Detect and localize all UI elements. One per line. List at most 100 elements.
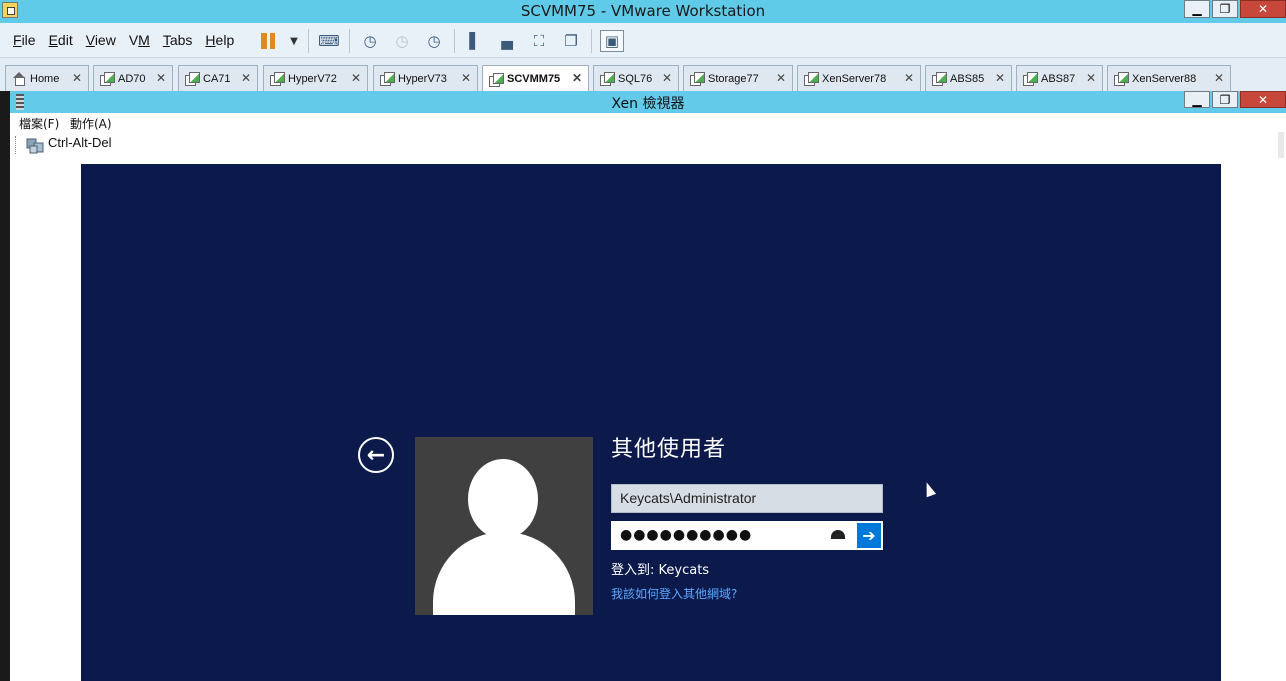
toolbar-separator	[454, 29, 455, 53]
menu-tabs-rest: abs	[169, 32, 193, 48]
menu-help[interactable]: Help	[200, 32, 239, 48]
full-screen-icon[interactable]: ⛶	[527, 30, 551, 52]
xen-restore-button[interactable]: ❐	[1212, 91, 1238, 108]
tab-label: XenServer78	[822, 72, 887, 85]
menu-edit[interactable]: Edit	[44, 32, 78, 48]
menu-vm-v: V	[128, 32, 139, 48]
close-tab-icon[interactable]: ✕	[1214, 71, 1224, 85]
show-thumbnail-icon[interactable]: ▄	[495, 30, 519, 52]
xen-window-controls: ▁ ❐ ✕	[1184, 91, 1286, 111]
tab-home[interactable]: Home ✕	[5, 65, 89, 91]
tab-label: HyperV73	[398, 72, 447, 85]
xen-minimize-button[interactable]: ▁	[1184, 91, 1210, 108]
tab-label: CA71	[203, 72, 231, 85]
tab-hyperv73[interactable]: HyperV73 ✕	[373, 65, 478, 91]
tab-label: SCVMM75	[507, 73, 561, 85]
console-view-icon[interactable]: ▣	[600, 30, 624, 52]
tab-ad70[interactable]: AD70 ✕	[93, 65, 173, 91]
minimize-button[interactable]: ▁	[1184, 0, 1210, 18]
close-tab-icon[interactable]: ✕	[461, 71, 471, 85]
submit-arrow-button[interactable]: ➔	[855, 521, 883, 550]
tab-xenserver78[interactable]: XenServer78 ✕	[797, 65, 921, 91]
vm-icon	[1023, 72, 1038, 86]
vmware-toolbar: ▼ ⌨ ◷ ◷ ◷ ▌ ▄ ⛶ ❐ ▣	[256, 28, 624, 54]
tab-label: SQL76	[618, 72, 653, 85]
menu-tabs[interactable]: Tabs	[158, 32, 198, 48]
main-menu: File Edit View VM Tabs Help	[8, 32, 242, 48]
menu-vm[interactable]: VM	[124, 32, 155, 48]
vm-icon	[100, 72, 115, 86]
xen-titlebar: Xen 檢視器 ▁ ❐ ✕	[10, 91, 1286, 113]
avatar-body	[433, 532, 575, 615]
close-tab-icon[interactable]: ✕	[995, 71, 1005, 85]
reveal-password-icon[interactable]	[831, 530, 845, 539]
toolbar-grip[interactable]	[15, 136, 18, 154]
tab-abs87[interactable]: ABS87 ✕	[1016, 65, 1103, 91]
vm-icon	[932, 72, 947, 86]
unity-icon[interactable]: ❐	[559, 30, 583, 52]
tab-label: HyperV72	[288, 72, 337, 85]
menu-file[interactable]: File	[8, 32, 41, 48]
menu-view[interactable]: View	[81, 32, 121, 48]
tab-scvmm75[interactable]: SCVMM75 ✕	[482, 65, 589, 92]
tab-label: XenServer88	[1132, 72, 1197, 85]
snapshot-manager-icon[interactable]: ◷	[422, 30, 446, 52]
show-library-icon[interactable]: ▌	[463, 30, 487, 52]
vm-icon	[270, 72, 285, 86]
ctrl-alt-del-icon	[26, 138, 44, 154]
ctrl-alt-del-button[interactable]: Ctrl-Alt-Del	[48, 135, 112, 150]
tab-sql76[interactable]: SQL76 ✕	[593, 65, 679, 91]
close-tab-icon[interactable]: ✕	[156, 71, 166, 85]
back-arrow-icon[interactable]: ←	[358, 437, 394, 473]
snapshot-revert-icon[interactable]: ◷	[390, 30, 414, 52]
login-user-title: 其他使用者	[611, 437, 727, 462]
close-tab-icon[interactable]: ✕	[904, 71, 914, 85]
xen-close-button[interactable]: ✕	[1240, 91, 1286, 108]
toolbar-separator	[349, 29, 350, 53]
close-tab-icon[interactable]: ✕	[351, 71, 361, 85]
password-input[interactable]: ●●●●●●●●●●	[611, 521, 855, 550]
tab-label: Home	[30, 72, 60, 85]
dropdown-arrow-icon[interactable]: ▼	[288, 30, 300, 52]
close-tab-icon[interactable]: ✕	[776, 71, 786, 85]
tab-xenserver88[interactable]: XenServer88 ✕	[1107, 65, 1231, 91]
close-button[interactable]: ✕	[1240, 0, 1286, 18]
sign-in-domain: 登入到: Keycats	[611, 563, 710, 578]
vm-icon	[489, 72, 504, 87]
xen-menu-file[interactable]: 檔案(F)	[19, 115, 59, 132]
vmware-menubar: File Edit View VM Tabs Help ▼ ⌨ ◷ ◷ ◷ ▌ …	[0, 23, 1286, 58]
tab-hyperv72[interactable]: HyperV72 ✕	[263, 65, 368, 91]
vm-icon	[185, 72, 200, 86]
close-tab-icon[interactable]: ✕	[572, 71, 582, 85]
close-tab-icon[interactable]: ✕	[72, 71, 82, 85]
vm-icon	[600, 72, 615, 86]
close-tab-icon[interactable]: ✕	[1086, 71, 1096, 85]
other-domain-link[interactable]: 我該如何登入其他網域?	[611, 585, 737, 602]
mouse-cursor-icon	[921, 480, 937, 498]
username-input[interactable]: Keycats\Administrator	[611, 484, 883, 513]
menu-help-rest: elp	[215, 32, 235, 48]
close-tab-icon[interactable]: ✕	[662, 71, 672, 85]
user-avatar	[415, 437, 593, 615]
vmware-titlebar: SCVMM75 - VMware Workstation ▁ ❐ ✕	[0, 0, 1286, 23]
vm-console[interactable]: ← 其他使用者 Keycats\Administrator ●●●●●●●●●●…	[81, 164, 1221, 681]
tab-abs85[interactable]: ABS85 ✕	[925, 65, 1012, 91]
vm-tabbar: Home ✕ AD70 ✕ CA71 ✕ HyperV72 ✕ HyperV73 ✕ SC…	[0, 58, 1286, 92]
pause-icon	[261, 33, 275, 49]
window-controls: ▁ ❐ ✕	[1184, 0, 1286, 20]
xen-viewer-window: Xen 檢視器 ▁ ❐ ✕ 檔案(F) 動作(A) Ctrl-Alt-Del ←…	[10, 91, 1286, 681]
send-ctrl-alt-del-icon[interactable]: ⌨	[317, 30, 341, 52]
tab-label: ABS87	[1041, 72, 1076, 85]
close-tab-icon[interactable]: ✕	[241, 71, 251, 85]
pause-button[interactable]	[256, 30, 280, 52]
menu-view-rest: iew	[94, 32, 116, 48]
menu-edit-rest: dit	[57, 32, 73, 48]
snapshot-take-icon[interactable]: ◷	[358, 30, 382, 52]
restore-button[interactable]: ❐	[1212, 0, 1238, 18]
window-title: SCVMM75 - VMware Workstation	[520, 2, 766, 20]
tab-storage77[interactable]: Storage77 ✕	[683, 65, 793, 91]
xen-menubar: 檔案(F) 動作(A)	[10, 113, 1286, 132]
xen-menu-action[interactable]: 動作(A)	[70, 115, 112, 132]
xen-toolbar-scrollbar[interactable]	[1278, 132, 1284, 158]
tab-ca71[interactable]: CA71 ✕	[178, 65, 258, 91]
